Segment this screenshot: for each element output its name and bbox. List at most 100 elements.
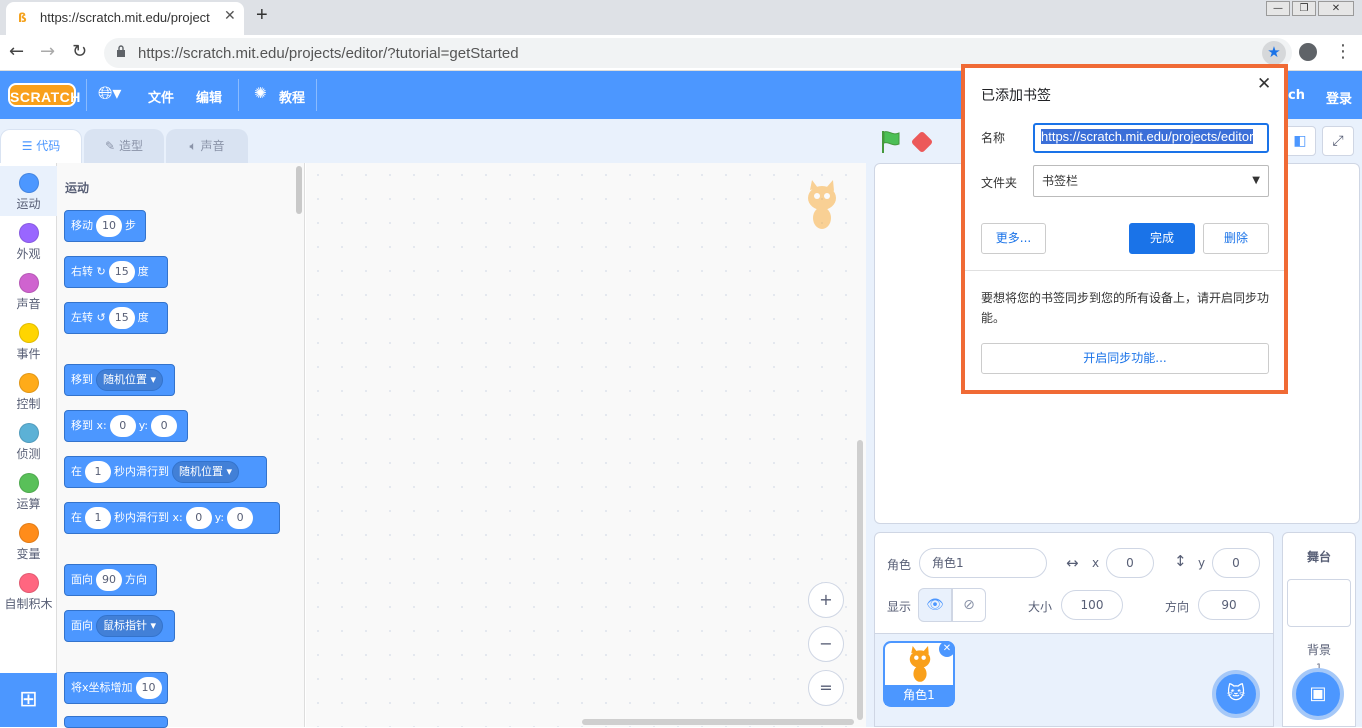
block-glide[interactable]: 在 1 秒内滑行到 随机位置 ▾ <box>64 456 267 488</box>
category-operators[interactable]: 运算 <box>0 466 57 516</box>
reload-icon[interactable]: ↻ <box>72 41 87 62</box>
restore-button[interactable]: ❐ <box>1292 1 1316 16</box>
block-partial[interactable] <box>64 716 168 728</box>
brush-icon: ✎ <box>105 139 116 153</box>
block-point-direction[interactable]: 面向 90 方向 <box>64 564 157 596</box>
hide-eye-slash-icon[interactable]: ⊘ <box>952 588 986 622</box>
done-button[interactable]: 完成 <box>1129 223 1195 254</box>
login-button[interactable]: 登录 <box>1326 88 1352 107</box>
scratch-logo[interactable]: SCRATCH <box>8 83 80 107</box>
close-icon[interactable]: ✕ <box>1257 74 1271 94</box>
tutorials-menu[interactable]: 教程 <box>279 87 305 106</box>
workspace-horizontal-scrollbar[interactable] <box>582 719 854 725</box>
block-input[interactable]: 0 <box>109 415 136 437</box>
delete-button[interactable]: 删除 <box>1203 223 1269 254</box>
add-backdrop-button[interactable]: ▣ <box>1292 668 1344 720</box>
minimize-button[interactable]: — <box>1266 1 1290 16</box>
new-tab-button[interactable]: + <box>256 4 268 27</box>
bookmark-folder-select[interactable]: 书签栏 ▼ <box>1033 165 1269 197</box>
palette-scrollbar[interactable] <box>296 166 302 214</box>
category-sound[interactable]: 声音 <box>0 266 57 316</box>
browser-menu-icon[interactable]: ⋮ <box>1334 41 1352 62</box>
block-input[interactable]: 1 <box>85 507 111 529</box>
tab-costumes[interactable]: ✎ 造型 <box>84 129 164 163</box>
rotate-right-icon: ↻ <box>96 265 106 278</box>
block-input[interactable]: 15 <box>108 261 135 283</box>
zoom-in-button[interactable]: + <box>808 582 844 618</box>
fullscreen-icon[interactable]: ⤢ <box>1322 126 1354 156</box>
add-sprite-button[interactable]: 🐱︎ <box>1212 670 1260 718</box>
show-label: 显示 <box>887 600 912 614</box>
turn-on-sync-button[interactable]: 开启同步功能... <box>981 343 1269 374</box>
x-position-input[interactable]: 0 <box>1106 548 1154 578</box>
block-move-steps[interactable]: 移动 10 步 <box>64 210 146 242</box>
file-menu[interactable]: 文件 <box>148 87 174 106</box>
back-arrow-icon[interactable]: ← <box>9 41 24 62</box>
category-motion[interactable]: 运动 <box>0 166 57 216</box>
close-window-button[interactable]: ✕ <box>1318 1 1354 16</box>
block-dropdown[interactable]: 随机位置 ▾ <box>172 461 240 483</box>
block-input[interactable]: 0 <box>185 507 212 529</box>
browser-tab[interactable]: ß https://scratch.mit.edu/project ✕ <box>6 2 244 35</box>
category-variables[interactable]: 变量 <box>0 516 57 566</box>
block-input[interactable]: 1 <box>85 461 111 483</box>
block-turn-right[interactable]: 右转 ↻ 15 度 <box>64 256 168 288</box>
more-button[interactable]: 更多... <box>981 223 1046 254</box>
sprite-thumbnail[interactable]: 角色1 ✕ <box>883 641 955 707</box>
category-events[interactable]: 事件 <box>0 316 57 366</box>
block-change-x[interactable]: 将x坐标增加 10 <box>64 672 168 704</box>
category-my-blocks[interactable]: 自制积木 <box>0 566 57 616</box>
block-point-towards[interactable]: 面向 鼠标指针 ▾ <box>64 610 175 642</box>
block-input[interactable]: 0 <box>227 507 254 529</box>
edit-menu[interactable]: 编辑 <box>196 87 222 106</box>
block-text: 移到 <box>71 373 93 386</box>
block-text: 在 <box>71 465 82 478</box>
bookmark-star-icon[interactable]: ★ <box>1262 41 1286 65</box>
category-control[interactable]: 控制 <box>0 366 57 416</box>
tab-code[interactable]: ☰ 代码 <box>0 129 82 163</box>
category-dot <box>18 573 39 593</box>
block-text: 移动 <box>71 219 93 232</box>
category-looks[interactable]: 外观 <box>0 216 57 266</box>
script-workspace[interactable] <box>306 163 866 727</box>
language-globe-icon[interactable]: 🌐︎▾ <box>98 83 121 104</box>
url-text: https://scratch.mit.edu/projects/editor/… <box>138 45 519 62</box>
block-input[interactable]: 10 <box>96 215 122 237</box>
add-extension-button[interactable]: ⊞ <box>0 673 57 727</box>
block-glide-xy[interactable]: 在 1 秒内滑行到 x: 0 y: 0 <box>64 502 280 534</box>
size-input[interactable]: 100 <box>1061 590 1123 620</box>
block-input[interactable]: 0 <box>151 415 178 437</box>
small-stage-mode-icon[interactable]: ◧ <box>1284 126 1316 156</box>
forward-arrow-icon[interactable]: → <box>40 41 55 62</box>
show-visible-eye-icon[interactable]: 👁︎ <box>918 588 952 622</box>
block-text: 面向 <box>71 619 93 632</box>
block-input[interactable]: 15 <box>108 307 135 329</box>
zoom-reset-button[interactable]: = <box>808 670 844 706</box>
category-label: 运动 <box>16 197 41 211</box>
bookmark-name-input[interactable]: https://scratch.mit.edu/projects/editor <box>1033 123 1269 153</box>
delete-sprite-icon[interactable]: ✕ <box>939 641 955 657</box>
block-turn-left[interactable]: 左转 ↺ 15 度 <box>64 302 168 334</box>
tab-code-label: 代码 <box>36 139 61 153</box>
extension-icon: ⊞ <box>19 687 38 712</box>
profile-avatar-icon[interactable] <box>1299 43 1317 61</box>
stage-thumbnail[interactable] <box>1287 579 1351 627</box>
block-input[interactable]: 10 <box>135 677 162 699</box>
block-input[interactable]: 90 <box>96 569 122 591</box>
search-menu-partial[interactable]: ch <box>1288 88 1305 103</box>
zoom-out-button[interactable]: − <box>808 626 844 662</box>
block-goto[interactable]: 移到 随机位置 ▾ <box>64 364 175 396</box>
workspace-vertical-scrollbar[interactable] <box>857 440 863 720</box>
tab-close-icon[interactable]: ✕ <box>224 8 236 24</box>
image-plus-icon: ▣ <box>1309 683 1327 704</box>
tab-sounds[interactable]: 🔈︎ 声音 <box>166 129 248 163</box>
category-sensing[interactable]: 侦测 <box>0 416 57 466</box>
direction-input[interactable]: 90 <box>1198 590 1260 620</box>
green-flag-icon[interactable] <box>880 130 902 154</box>
block-dropdown[interactable]: 随机位置 ▾ <box>96 369 164 391</box>
block-goto-xy[interactable]: 移到 x: 0 y: 0 <box>64 410 188 442</box>
direction-label: 方向 <box>1165 600 1190 614</box>
sprite-name-input[interactable]: 角色1 <box>919 548 1047 578</box>
block-dropdown[interactable]: 鼠标指针 ▾ <box>96 615 164 637</box>
y-position-input[interactable]: 0 <box>1212 548 1260 578</box>
